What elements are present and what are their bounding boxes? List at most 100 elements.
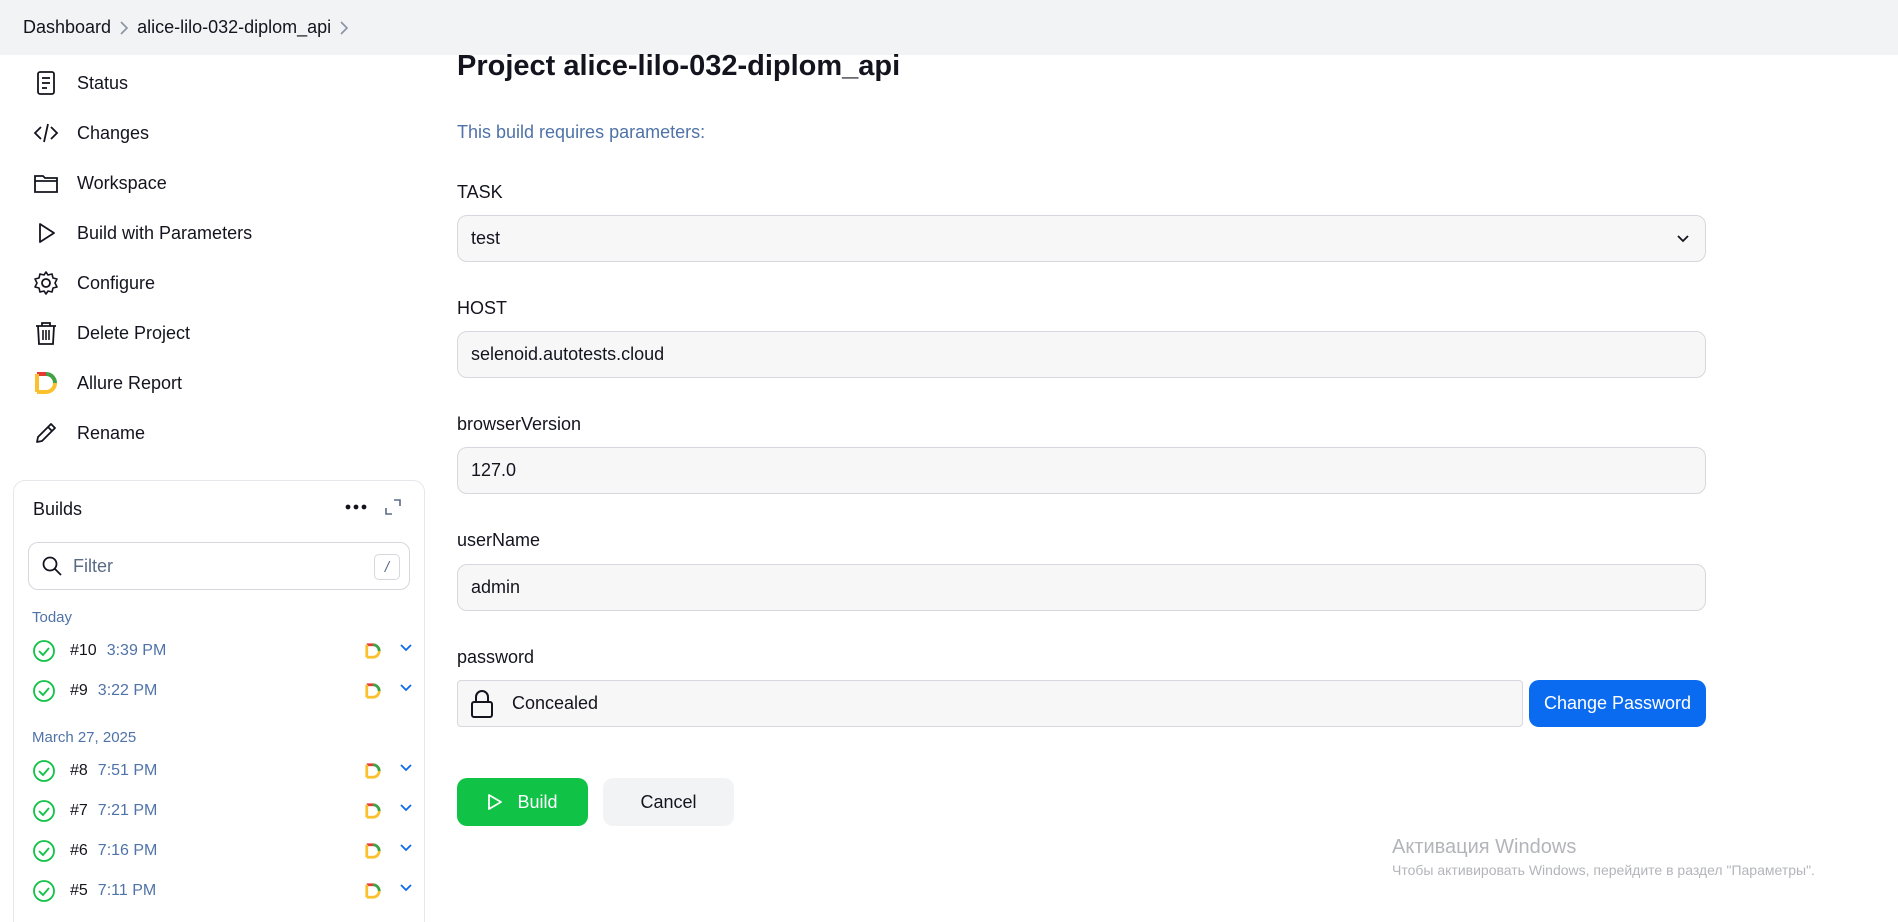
- browser-version-field[interactable]: [457, 447, 1706, 494]
- build-time[interactable]: 7:16 PM: [98, 842, 158, 860]
- build-row[interactable]: #7 7:21 PM: [32, 796, 412, 826]
- param-label-browser-version: browserVersion: [457, 414, 582, 434]
- build-row[interactable]: #10 3:39 PM: [32, 636, 412, 666]
- build-number[interactable]: #8: [70, 762, 88, 780]
- task-rename[interactable]: Rename: [32, 408, 392, 458]
- allure-icon[interactable]: [364, 802, 382, 820]
- success-check-icon: [33, 760, 55, 782]
- build-time[interactable]: 7:21 PM: [98, 802, 158, 820]
- gear-icon: [32, 269, 60, 297]
- build-number[interactable]: #6: [70, 842, 88, 860]
- side-panel-tasks: Status Changes Workspace Build with Para…: [32, 58, 392, 458]
- build-number[interactable]: #5: [70, 882, 88, 900]
- task-build-with-parameters[interactable]: Build with Parameters: [32, 208, 392, 258]
- breadcrumb-dashboard[interactable]: Dashboard: [23, 17, 111, 38]
- allure-icon: [32, 369, 60, 397]
- chevron-down-icon[interactable]: [399, 801, 413, 815]
- build-time[interactable]: 7:51 PM: [98, 762, 158, 780]
- task-changes[interactable]: Changes: [32, 108, 392, 158]
- task-label: Delete Project: [77, 322, 191, 343]
- success-check-icon: [33, 840, 55, 862]
- build-time[interactable]: 3:39 PM: [107, 642, 167, 660]
- browser-version-input[interactable]: [471, 460, 1671, 481]
- success-check-icon: [33, 800, 55, 822]
- task-label: Workspace: [77, 172, 167, 193]
- build-time[interactable]: 7:11 PM: [98, 882, 156, 900]
- task-label: Rename: [77, 422, 146, 443]
- task-select[interactable]: test: [457, 215, 1706, 262]
- pencil-icon: [32, 419, 60, 447]
- success-check-icon: [33, 880, 55, 902]
- page-title: Project alice-lilo-032-diplom_api: [457, 50, 901, 82]
- breadcrumb-project[interactable]: alice-lilo-032-diplom_api: [137, 17, 331, 38]
- document-icon: [32, 69, 60, 97]
- param-label-host: HOST: [457, 298, 508, 318]
- chevron-down-icon[interactable]: [399, 681, 413, 695]
- filter-input[interactable]: [73, 555, 363, 577]
- build-group-label: Today: [32, 609, 73, 626]
- build-button[interactable]: Build: [457, 778, 588, 826]
- build-time[interactable]: 3:22 PM: [98, 682, 158, 700]
- host-input[interactable]: [471, 344, 1671, 365]
- expand-icon[interactable]: [384, 498, 402, 516]
- user-name-field[interactable]: [457, 564, 1706, 611]
- build-number[interactable]: #10: [70, 642, 97, 660]
- build-row[interactable]: #6 7:16 PM: [32, 836, 412, 866]
- param-label-user-name: userName: [457, 530, 541, 550]
- task-label: Changes: [77, 122, 150, 143]
- task-status[interactable]: Status: [32, 58, 392, 108]
- host-field[interactable]: [457, 331, 1706, 378]
- windows-activation-text: Чтобы активировать Windows, перейдите в …: [1392, 862, 1815, 878]
- allure-icon[interactable]: [364, 762, 382, 780]
- allure-icon[interactable]: [364, 682, 382, 700]
- chevron-down-icon[interactable]: [399, 881, 413, 895]
- task-workspace[interactable]: Workspace: [32, 158, 392, 208]
- build-number[interactable]: #7: [70, 802, 88, 820]
- play-icon: [32, 219, 60, 247]
- success-check-icon: [33, 640, 55, 662]
- build-button-label: Build: [517, 791, 558, 812]
- more-options-icon[interactable]: [343, 498, 369, 516]
- chevron-down-icon[interactable]: [399, 641, 413, 655]
- password-field: Concealed: [457, 680, 1523, 727]
- search-icon: [42, 556, 62, 576]
- task-allure-report[interactable]: Allure Report: [32, 358, 392, 408]
- build-number[interactable]: #9: [70, 682, 88, 700]
- trash-icon: [32, 319, 60, 347]
- filter-shortcut-key: /: [374, 554, 400, 580]
- user-name-input[interactable]: [471, 577, 1671, 598]
- allure-icon[interactable]: [364, 882, 382, 900]
- param-label-password: password: [457, 647, 535, 667]
- chevron-right-icon[interactable]: [331, 20, 357, 35]
- password-concealed-text: Concealed: [512, 693, 599, 713]
- chevron-down-icon: [1677, 235, 1689, 243]
- success-check-icon: [33, 680, 55, 702]
- task-configure[interactable]: Configure: [32, 258, 392, 308]
- task-label: Status: [77, 72, 129, 93]
- breadcrumb-bar: Dashboard alice-lilo-032-diplom_api: [0, 0, 1898, 55]
- windows-activation-title: Активация Windows: [1392, 836, 1577, 858]
- build-group-label: March 27, 2025: [32, 729, 137, 746]
- chevron-down-icon[interactable]: [399, 761, 413, 775]
- task-delete-project[interactable]: Delete Project: [32, 308, 392, 358]
- play-icon: [488, 794, 503, 810]
- change-password-button[interactable]: Change Password: [1529, 680, 1706, 727]
- build-row[interactable]: #9 3:22 PM: [32, 676, 412, 706]
- builds-filter[interactable]: /: [28, 542, 410, 590]
- allure-icon[interactable]: [364, 642, 382, 660]
- builds-panel: Builds / Today #10 3:39 PM #9 3:22 PM Ma…: [13, 480, 425, 922]
- chevron-down-icon[interactable]: [399, 841, 413, 855]
- folder-icon: [32, 169, 60, 197]
- param-label-task: TASK: [457, 182, 503, 202]
- cancel-button[interactable]: Cancel: [603, 778, 734, 826]
- allure-icon[interactable]: [364, 842, 382, 860]
- lock-icon: [471, 689, 493, 718]
- chevron-right-icon: [111, 20, 137, 35]
- task-label: Configure: [77, 272, 156, 293]
- task-label: Build with Parameters: [77, 222, 253, 243]
- builds-title: Builds: [33, 499, 83, 519]
- build-row[interactable]: #5 7:11 PM: [32, 876, 412, 906]
- task-label: Allure Report: [77, 372, 183, 393]
- parameters-description: This build requires parameters:: [457, 122, 706, 142]
- build-row[interactable]: #8 7:51 PM: [32, 756, 412, 786]
